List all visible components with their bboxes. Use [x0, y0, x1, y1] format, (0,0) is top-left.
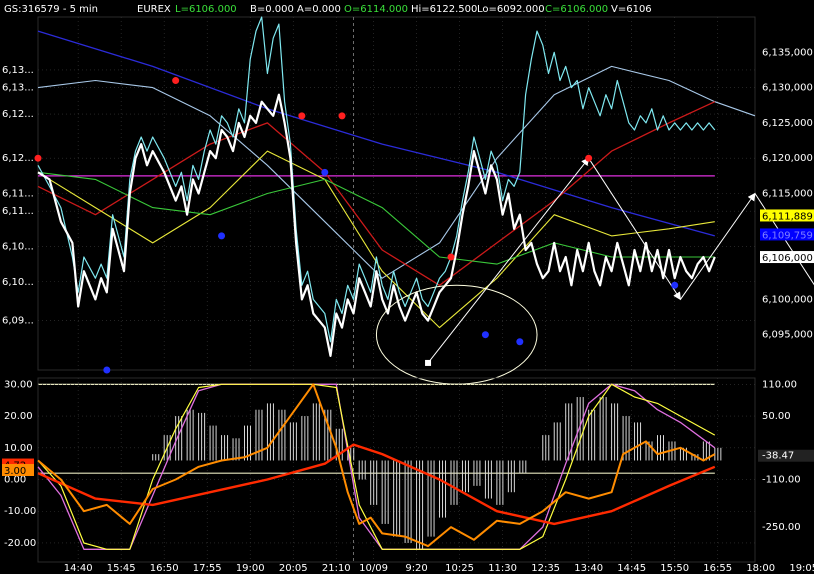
time-tick-label: 14:40 [64, 563, 93, 574]
osc-tick-right: -38.47 [762, 451, 794, 462]
header-high: Hi=6122.500 [411, 4, 477, 15]
time-tick-label: 15:45 [107, 563, 136, 574]
price-tick-right: 6,125,000 [762, 118, 813, 129]
osc-value-label: 3.00 [4, 466, 26, 477]
price-label: 6,106,000 [762, 253, 813, 264]
time-tick-label: 17:55 [193, 563, 222, 574]
header-exchange: EUREX [137, 4, 171, 15]
signal-dot-red [338, 112, 346, 120]
time-tick-label: 19:05 [789, 563, 814, 574]
header-symbol: GS:316579 - 5 min [4, 4, 98, 15]
price-tick-left: 6,12... [2, 109, 34, 120]
signal-dot-blue [516, 338, 524, 346]
signal-dot-blue [671, 281, 679, 289]
time-tick-label: 21:10 [322, 563, 351, 574]
header-ask: A=0.000 [297, 4, 341, 15]
time-tick-label: 15:50 [660, 563, 689, 574]
price-tick-left: 6,10... [2, 241, 34, 252]
time-tick-label: 10:25 [445, 563, 474, 574]
price-tick-right: 6,120,000 [762, 153, 813, 164]
osc-tick-left: 30.00 [4, 379, 33, 390]
price-tick-left: 6,12... [2, 153, 34, 164]
osc-tick-right: -110.00 [762, 475, 801, 486]
header-bid: B=0.000 [250, 4, 294, 15]
price-tick-left: 6,11... [2, 189, 34, 200]
price-tick-right: 6,115,000 [762, 189, 813, 200]
time-tick-label: 9:20 [405, 563, 427, 574]
header-close: C=6106.000 [545, 4, 608, 15]
signal-dot-red [172, 77, 180, 85]
time-tick-label: 10/09 [359, 563, 388, 574]
time-tick-label: 16:50 [150, 563, 179, 574]
chart-background [0, 0, 814, 574]
price-tick-left: 6,13... [2, 65, 34, 76]
price-tick-right: 6,095,000 [762, 330, 813, 341]
signal-dot-blue [321, 168, 329, 176]
time-tick-label: 19:00 [236, 563, 265, 574]
header-low: Lo=6092.000 [477, 4, 545, 15]
price-tick-left: 6,10... [2, 277, 34, 288]
osc-tick-left: -10.00 [4, 506, 36, 517]
osc-tick-right: 110.00 [762, 379, 797, 390]
time-tick-label: 20:05 [279, 563, 308, 574]
price-tick-right: 6,135,000 [762, 47, 813, 58]
time-tick-label: 18:00 [746, 563, 775, 574]
header-last: L=6106.000 [175, 4, 237, 15]
signal-dot-red [447, 253, 455, 261]
time-tick-label: 16:55 [703, 563, 732, 574]
osc-tick-left: 20.00 [4, 411, 33, 422]
price-tick-left: 6,09... [2, 316, 34, 327]
signal-dot-red [34, 154, 42, 162]
time-tick-label: 12:35 [531, 563, 560, 574]
time-tick-label: 14:45 [617, 563, 646, 574]
signal-dot-red [298, 112, 306, 120]
signal-dot-blue [218, 232, 226, 240]
signal-dot-blue [481, 331, 489, 339]
osc-tick-left: 10.00 [4, 443, 33, 454]
price-tick-right: 6,100,000 [762, 294, 813, 305]
pivot-marker [425, 359, 432, 366]
signal-dot-red [585, 154, 593, 162]
trading-chart: GS:316579 - 5 min EUREX L=6106.000 B=0.0… [0, 0, 814, 574]
price-label: 6,109,759 [762, 230, 813, 241]
time-tick-label: 13:40 [574, 563, 603, 574]
price-tick-left: 6,11... [2, 206, 34, 217]
osc-tick-right: -250.00 [762, 522, 801, 533]
time-tick-label: 11:30 [488, 563, 517, 574]
signal-dot-blue [103, 366, 111, 374]
header-volume: V=6106 [611, 4, 652, 15]
price-label: 6,111,889 [762, 211, 813, 222]
osc-tick-left: -20.00 [4, 538, 36, 549]
osc-tick-right: 50.00 [762, 411, 791, 422]
price-tick-left: 6,13... [2, 83, 34, 94]
header-open: O=6114.000 [344, 4, 408, 15]
price-tick-right: 6,130,000 [762, 83, 813, 94]
